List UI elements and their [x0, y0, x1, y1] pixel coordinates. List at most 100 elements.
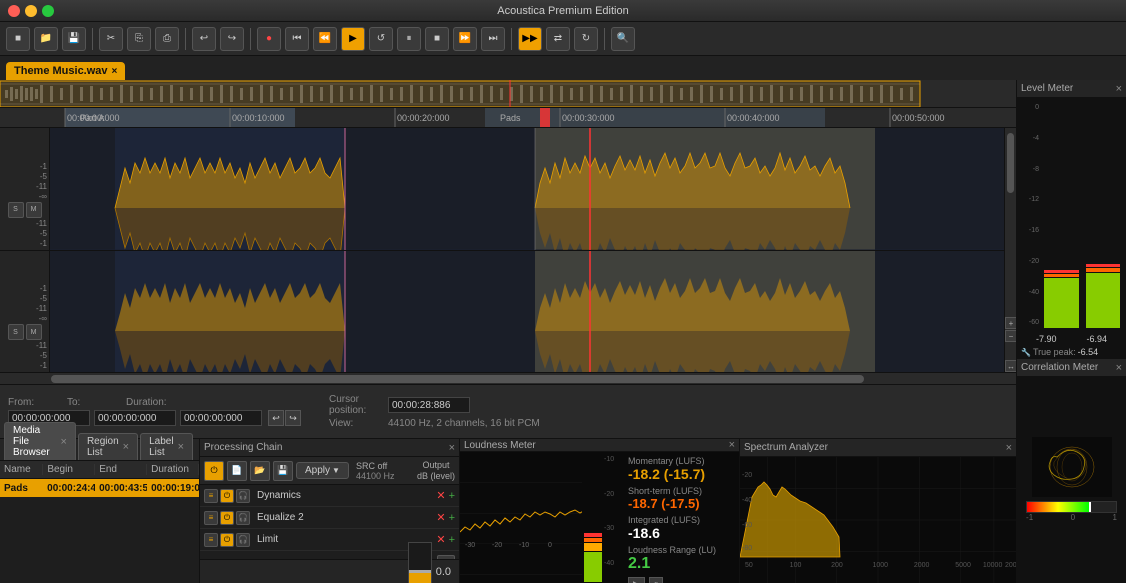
settings-button[interactable]: 🔍 — [611, 27, 635, 51]
pc-open-btn[interactable]: 📂 — [250, 461, 270, 481]
prev-button[interactable]: ⏮ — [285, 27, 309, 51]
pause-button[interactable]: ⏸ — [397, 27, 421, 51]
cursor-pos-input[interactable] — [388, 397, 470, 413]
output-slider[interactable] — [408, 542, 432, 583]
sel-redo[interactable]: ↪ — [285, 410, 301, 426]
svg-text:00:00:10:000: 00:00:10:000 — [232, 113, 285, 123]
effect-drag-handle[interactable]: ≡ — [204, 489, 218, 503]
effect-name-dynamics[interactable]: Dynamics — [257, 490, 433, 501]
copy-button[interactable]: ⎘ — [127, 27, 151, 51]
track1-svg — [50, 128, 1016, 250]
stop-button[interactable]: ■ — [425, 27, 449, 51]
sa-close[interactable]: × — [1006, 442, 1012, 454]
undo-button[interactable]: ↩ — [192, 27, 216, 51]
lm-close[interactable]: × — [729, 439, 735, 451]
effect-icon[interactable]: 🎧 — [236, 489, 250, 503]
lm-pause-btn[interactable]: ⏸ — [649, 577, 664, 583]
paste-button[interactable]: ⎙ — [155, 27, 179, 51]
close-button[interactable] — [8, 5, 20, 17]
save-button[interactable]: 💾 — [62, 27, 86, 51]
zoom-fit-button[interactable]: ↔ — [1005, 360, 1016, 372]
col-begin: Begin — [43, 464, 95, 475]
track2-waveform[interactable] — [50, 251, 1016, 373]
col-end: End — [95, 464, 147, 475]
minimize-button[interactable] — [25, 5, 37, 17]
pc-close[interactable]: × — [449, 442, 455, 454]
zoom-out-button[interactable]: − — [1005, 330, 1016, 342]
track1-solo[interactable]: S — [8, 202, 24, 218]
rewind-button[interactable]: ⏪ — [313, 27, 337, 51]
lm-play-btn[interactable]: ▶ — [628, 577, 645, 583]
file-tab[interactable]: Theme Music.wav × — [6, 62, 125, 80]
toolbar: ■ 📁 💾 ✂ ⎘ ⎙ ↩ ↪ ● ⏮ ⏪ ▶ ↺ ⏸ ■ ⏩ ⏭ ▶▶ ⇄ ↻… — [0, 22, 1126, 56]
bounce-button[interactable]: ▶▶ — [518, 27, 542, 51]
loop-button[interactable]: ↺ — [369, 27, 393, 51]
media-browser-close[interactable]: × — [61, 436, 67, 448]
table-row[interactable]: Pads 00:00:24:487 00:00:43:547 00:00:19:… — [0, 479, 199, 497]
sel-undo[interactable]: ↩ — [268, 410, 284, 426]
label-list-tab[interactable]: Label List × — [140, 433, 193, 460]
lm-level-bars — [582, 452, 604, 583]
src-info: SRC off 44100 Hz — [356, 461, 395, 481]
track1-controls: -1 -5 -11 -∞ S M -11 -5 -1 — [0, 128, 49, 251]
effect-drag-handle3[interactable]: ≡ — [204, 533, 218, 547]
left-peak-bar — [1044, 270, 1079, 273]
pc-save-btn[interactable]: 💾 — [273, 461, 293, 481]
lm-shortterm: Short-term (LUFS) -18.7 (-17.5) — [628, 486, 735, 511]
window-controls[interactable] — [8, 5, 54, 17]
track2-solo[interactable]: S — [8, 324, 24, 340]
overview-waveform[interactable] — [0, 80, 1016, 108]
effect-power[interactable]: ⏻ — [220, 489, 234, 503]
correlation-meter-close[interactable]: × — [1116, 362, 1122, 374]
effect-add-equalize[interactable]: + — [449, 512, 455, 524]
maximize-button[interactable] — [42, 5, 54, 17]
vertical-scrollbar[interactable]: + − ↔ — [1004, 128, 1016, 372]
correlation-meter-header: Correlation Meter × — [1017, 359, 1126, 377]
label-list-close[interactable]: × — [178, 441, 184, 453]
next-button[interactable]: ⏭ — [481, 27, 505, 51]
cut-button[interactable]: ✂ — [99, 27, 123, 51]
effect-icon3[interactable]: 🎧 — [236, 533, 250, 547]
right-main-bar — [1086, 273, 1121, 328]
effect-power2[interactable]: ⏻ — [220, 511, 234, 525]
effect-name-equalize[interactable]: Equalize 2 — [257, 512, 433, 523]
hscrollbar-thumb[interactable] — [51, 375, 864, 383]
new-button[interactable]: ■ — [6, 27, 30, 51]
effect-remove-equalize[interactable]: ✕ — [436, 511, 445, 524]
pc-power-btn[interactable]: ⏻ — [204, 461, 224, 481]
effect-icon2[interactable]: 🎧 — [236, 511, 250, 525]
region-list-close[interactable]: × — [123, 441, 129, 453]
waveform-view[interactable]: + − ↔ — [50, 128, 1016, 372]
ff-button[interactable]: ⏩ — [453, 27, 477, 51]
selection-to-input[interactable] — [94, 410, 176, 426]
cursor-pos-label: Cursor position: — [329, 394, 384, 416]
track2-mute[interactable]: M — [26, 324, 42, 340]
redo-button[interactable]: ↪ — [220, 27, 244, 51]
tab-filename: Theme Music.wav — [14, 65, 108, 77]
record-button[interactable]: ● — [257, 27, 281, 51]
track1-mute[interactable]: M — [26, 202, 42, 218]
effect-add-dynamics[interactable]: + — [449, 490, 455, 502]
vscrollbar-thumb[interactable] — [1007, 133, 1014, 193]
pc-apply-btn[interactable]: Apply ▼ — [296, 462, 349, 479]
zoom-in-button[interactable]: + — [1005, 317, 1016, 329]
region-list-tab[interactable]: Region List × — [78, 433, 138, 460]
pc-new-btn[interactable]: 📄 — [227, 461, 247, 481]
correlation-bar-container — [1026, 501, 1117, 513]
track1-waveform[interactable] — [50, 128, 1016, 251]
level-scale: 0 -4 -8 -12 -16 -20 -40 -60 — [1021, 102, 1039, 328]
play-button[interactable]: ▶ — [341, 27, 365, 51]
level-meter-close[interactable]: × — [1116, 83, 1122, 95]
effect-remove-dynamics[interactable]: ✕ — [436, 489, 445, 502]
selection-duration-input[interactable] — [180, 410, 262, 426]
normalize-button[interactable]: ⇄ — [546, 27, 570, 51]
horizontal-scrollbar[interactable] — [0, 372, 1016, 384]
track-area: 00:00:00:000 00:00:10:000 00:00:20:000 0… — [0, 80, 1016, 583]
effect-drag-handle2[interactable]: ≡ — [204, 511, 218, 525]
open-button[interactable]: 📁 — [34, 27, 58, 51]
output-slider-thumb[interactable] — [409, 570, 431, 573]
loop2-button[interactable]: ↻ — [574, 27, 598, 51]
effect-power3[interactable]: ⏻ — [220, 533, 234, 547]
tab-close[interactable]: × — [112, 66, 118, 77]
media-browser-tab[interactable]: Media File Browser × — [4, 422, 76, 460]
